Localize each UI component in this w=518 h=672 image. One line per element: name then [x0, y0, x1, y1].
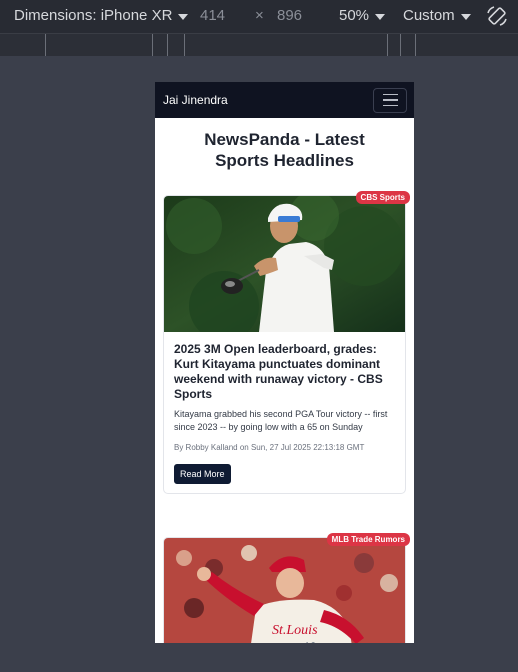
- read-more-button[interactable]: Read More: [174, 464, 231, 484]
- jersey-lettering: St.Louis: [272, 623, 318, 638]
- times-symbol: ×: [255, 7, 264, 24]
- chevron-down-icon: [375, 13, 386, 20]
- throttle-label: Custom: [403, 7, 455, 24]
- device-viewport: Jai Jinendra NewsPanda - Latest Sports H…: [155, 82, 414, 643]
- article-description: Kitayama grabbed his second PGA Tour vic…: [174, 409, 388, 432]
- rotate-icon[interactable]: [485, 4, 509, 28]
- article-image: [164, 196, 405, 332]
- dimensions-dropdown[interactable]: Dimensions: iPhone XR: [14, 7, 189, 24]
- article-image: St.Louis 12: [164, 538, 405, 643]
- height-input[interactable]: 896: [277, 7, 302, 24]
- menu-toggle-button[interactable]: [373, 87, 407, 113]
- media-query-ruler: [0, 33, 518, 56]
- chevron-down-icon: [460, 13, 471, 20]
- article-meta: By Robby Kalland on Sun, 27 Jul 2025 22:…: [174, 443, 365, 452]
- zoom-dropdown[interactable]: 50%: [339, 7, 386, 24]
- news-card: CBS Sports 2025 3M Open leaderboard, gra…: [163, 191, 410, 494]
- news-card: MLB Trade Rumors St.Louis 12: [163, 533, 410, 643]
- source-badge: MLB Trade Rumors: [326, 533, 410, 546]
- throttle-dropdown[interactable]: Custom: [403, 7, 471, 24]
- source-badge: CBS Sports: [355, 191, 410, 204]
- page-title: NewsPanda - Latest Sports Headlines: [204, 130, 365, 170]
- card-body: 2025 3M Open leaderboard, grades: Kurt K…: [164, 332, 405, 493]
- navbar: Jai Jinendra: [155, 82, 414, 118]
- device-toolbar: Dimensions: iPhone XR 414 × 896 50% Cust…: [0, 0, 518, 33]
- article-title: 2025 3M Open leaderboard, grades: Kurt K…: [174, 342, 383, 401]
- jersey-number: 12: [304, 641, 316, 643]
- zoom-label: 50%: [339, 7, 370, 24]
- chevron-down-icon: [178, 13, 189, 20]
- width-input[interactable]: 414: [200, 7, 225, 24]
- brand-link[interactable]: Jai Jinendra: [163, 93, 228, 107]
- dimensions-label: Dimensions: iPhone XR: [14, 7, 173, 24]
- hamburger-icon: [382, 93, 398, 96]
